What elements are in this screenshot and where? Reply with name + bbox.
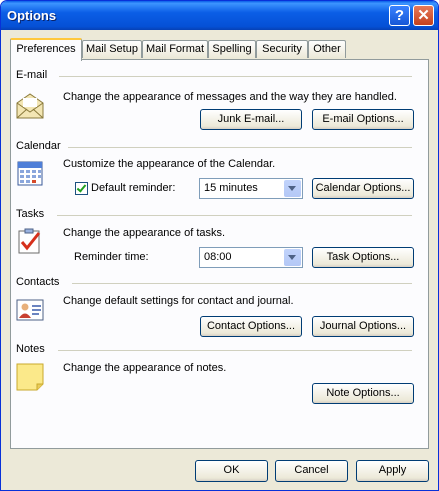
reminder-time-select[interactable]: 08:00 [199,247,303,268]
default-reminder-select[interactable]: 15 minutes [199,178,303,199]
options-dialog: Options ? ✕ Preferences Mail Setup Mail … [0,0,439,491]
task-checkmark-icon [18,228,41,254]
calendar-section-label: Calendar [16,140,61,152]
tasks-section-label: Tasks [16,208,45,220]
sticky-note-icon [16,363,44,391]
default-reminder-checkbox[interactable] [75,182,88,195]
default-reminder-value: 15 minutes [204,182,258,194]
cancel-button[interactable]: Cancel [275,460,348,482]
calendar-separator [68,147,412,148]
email-section-label: E-mail [16,69,48,81]
notes-separator [58,350,412,351]
reminder-time-value: 08:00 [204,251,232,263]
default-reminder-label: Default reminder: [91,182,176,194]
calendar-description: Customize the appearance of the Calendar… [63,158,276,170]
tasks-description: Change the appearance of tasks. [63,227,226,239]
note-options-button[interactable]: Note Options... [312,383,414,404]
reminder-time-label: Reminder time: [74,251,149,263]
ok-button[interactable]: OK [195,460,268,482]
help-button[interactable]: ? [389,5,410,26]
contacts-description: Change default settings for contact and … [63,295,294,307]
tab-security[interactable]: Security [256,40,308,58]
email-description: Change the appearance of messages and th… [63,91,397,103]
title-bar[interactable]: Options ? ✕ [1,1,438,30]
window-title: Options [7,8,57,23]
tab-preferences[interactable]: Preferences [10,38,82,61]
notes-description: Change the appearance of notes. [63,362,227,374]
chevron-down-icon[interactable] [284,180,301,197]
task-options-button[interactable]: Task Options... [312,247,414,268]
tab-mail-format[interactable]: Mail Format [142,40,208,58]
contacts-separator [72,283,412,284]
notes-section-label: Notes [16,343,45,355]
tab-mail-setup[interactable]: Mail Setup [82,40,142,58]
apply-button[interactable]: Apply [356,460,429,482]
email-options-button[interactable]: E-mail Options... [312,109,414,130]
calendar-icon [17,161,43,186]
email-separator [59,76,412,77]
contact-card-icon [16,299,44,321]
close-button[interactable]: ✕ [413,5,434,26]
calendar-options-button[interactable]: Calendar Options... [312,178,414,199]
contacts-section-label: Contacts [16,276,60,288]
chevron-down-icon[interactable] [284,249,301,266]
email-envelope-icon [16,93,44,119]
junk-email-button[interactable]: Junk E-mail... [200,109,302,130]
contact-options-button[interactable]: Contact Options... [200,316,302,337]
tab-spelling[interactable]: Spelling [208,40,256,58]
tasks-separator [57,215,412,216]
tab-other[interactable]: Other [308,40,346,58]
journal-options-button[interactable]: Journal Options... [312,316,414,337]
